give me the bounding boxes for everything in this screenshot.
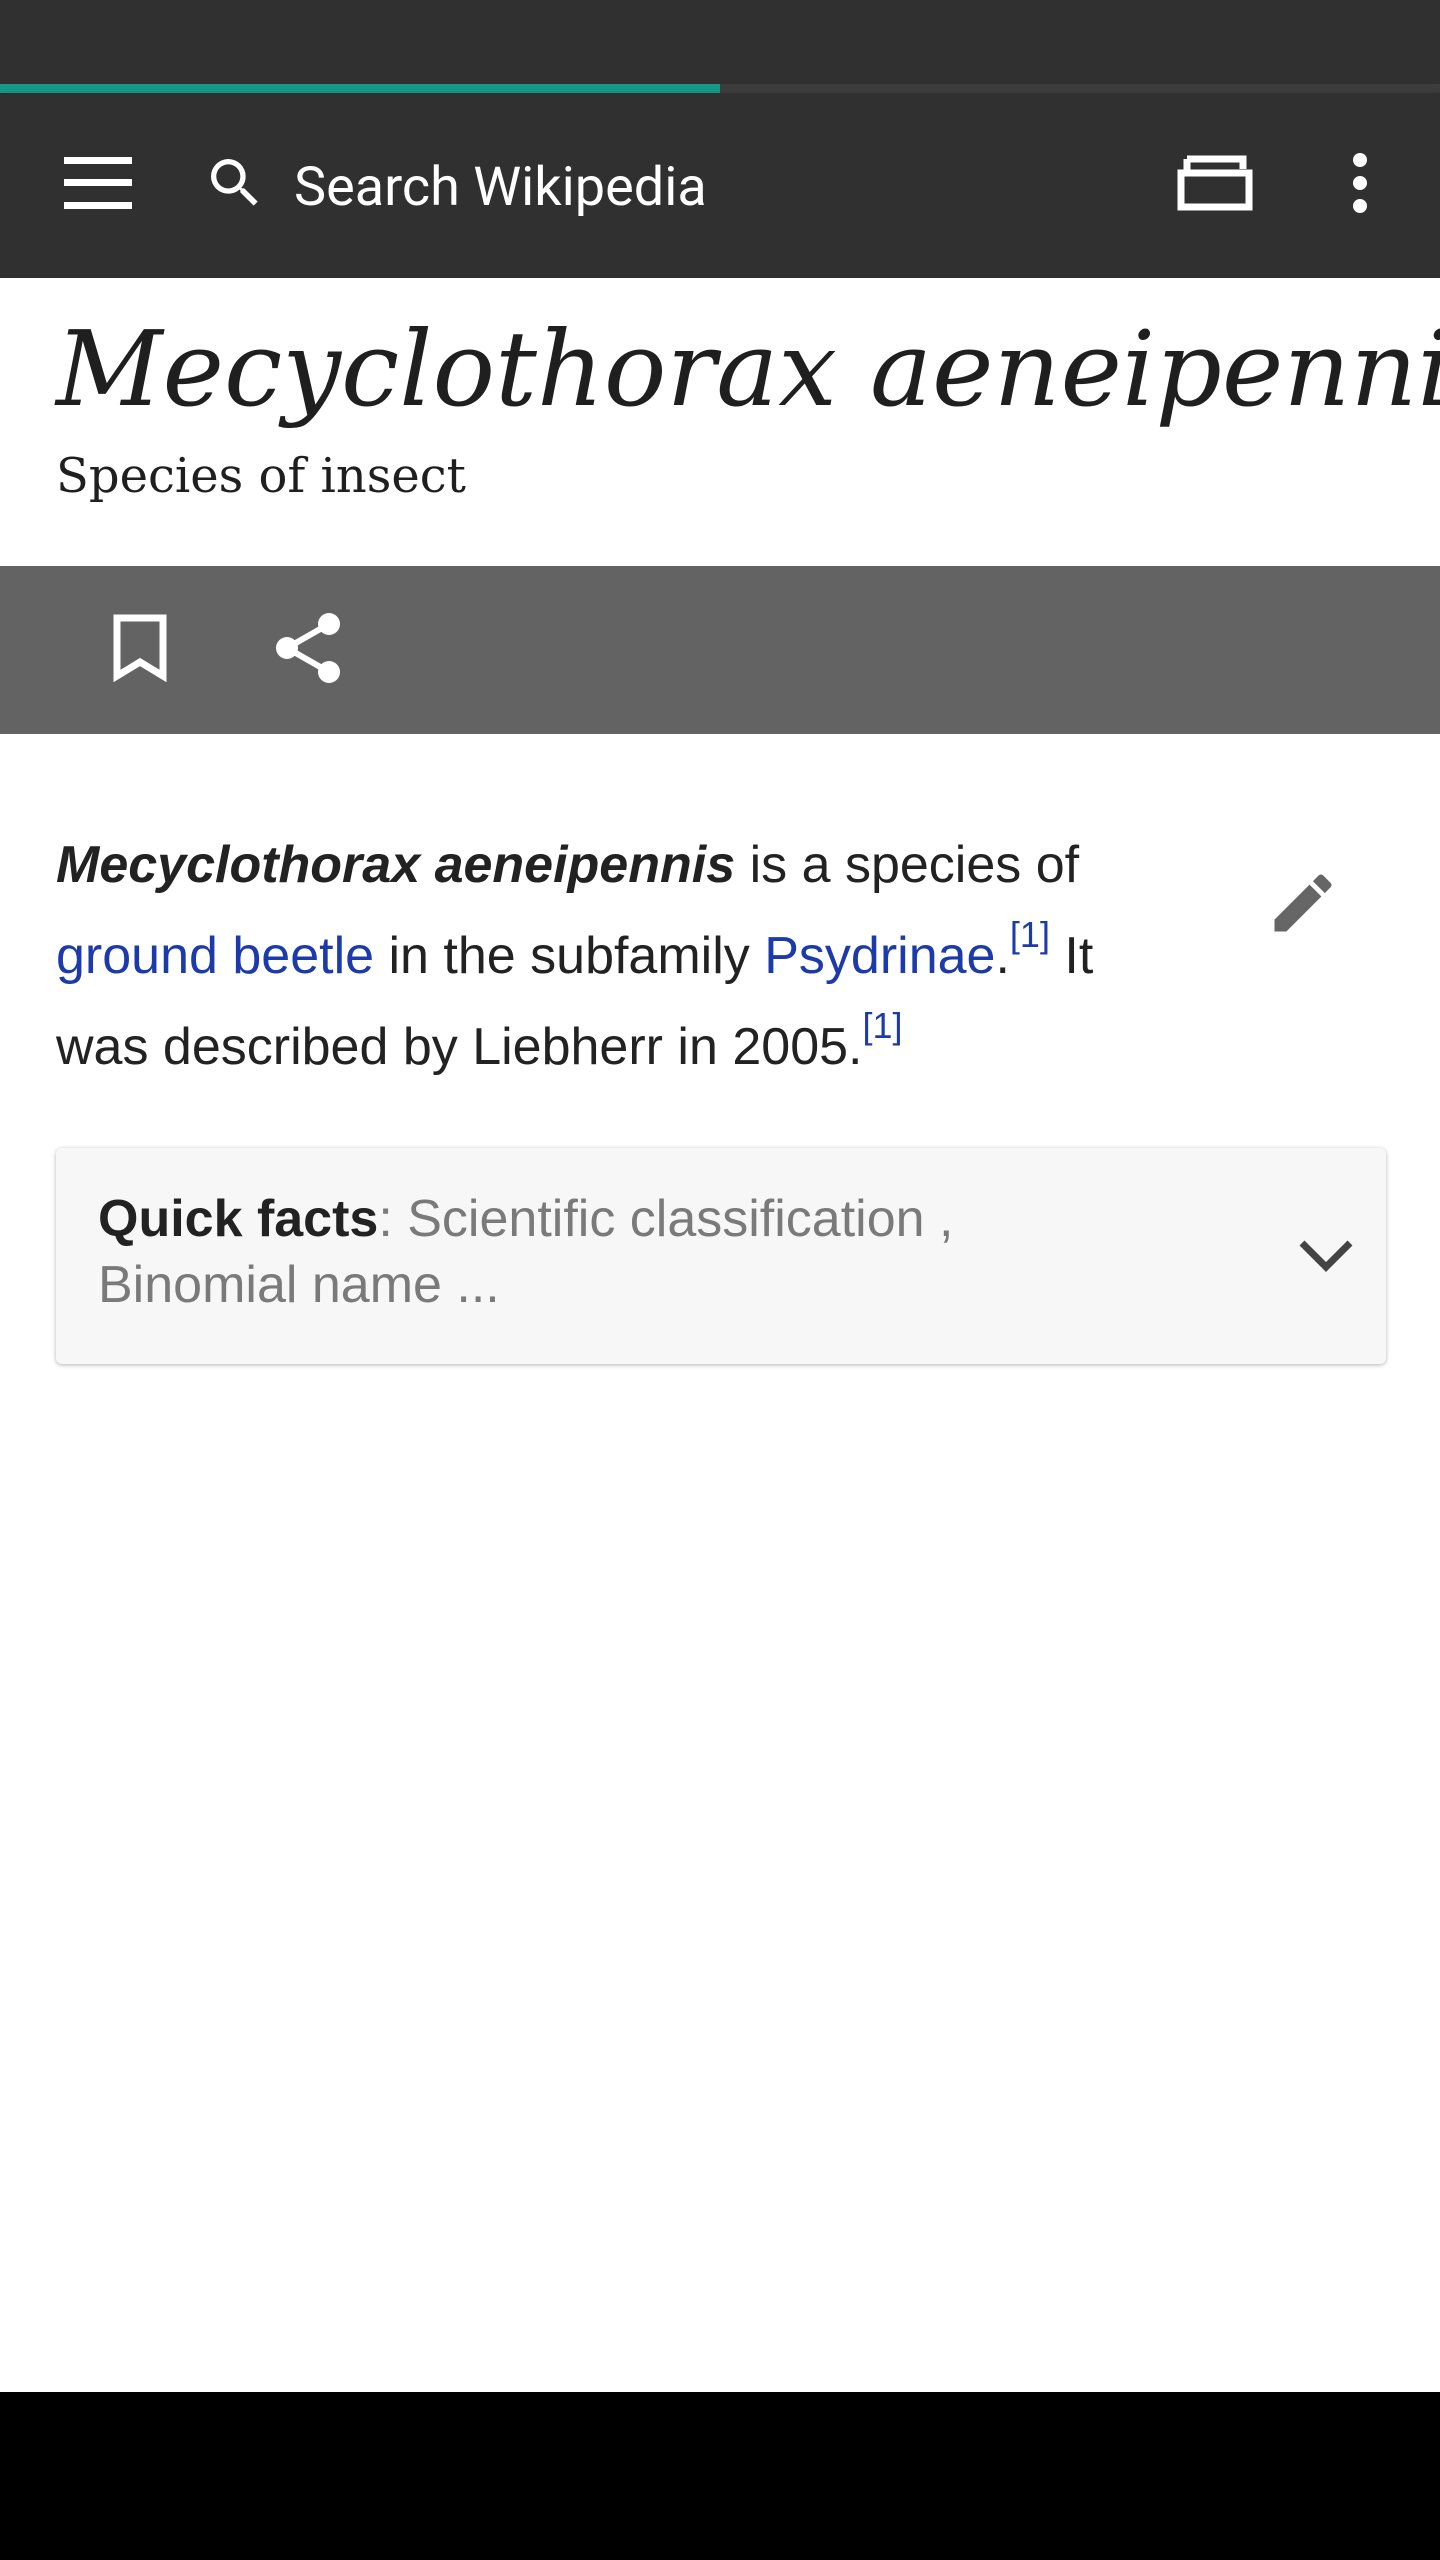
search-button[interactable] bbox=[195, 135, 275, 235]
menu-button[interactable] bbox=[40, 135, 156, 235]
page-description: Species of insect bbox=[56, 448, 466, 504]
chevron-down-icon bbox=[1298, 1239, 1354, 1278]
more-vert-icon bbox=[1352, 152, 1368, 218]
hamburger-menu-icon bbox=[64, 156, 132, 214]
save-bookmark-button[interactable] bbox=[90, 600, 190, 700]
article-action-bar bbox=[0, 566, 1440, 734]
share-icon bbox=[273, 612, 343, 689]
tabs-button[interactable] bbox=[1160, 135, 1270, 235]
expand-quick-facts-button[interactable] bbox=[1276, 1208, 1376, 1308]
overflow-menu-button[interactable] bbox=[1310, 135, 1410, 235]
quick-facts-infobox[interactable]: Quick facts: Scientific classification ,… bbox=[56, 1148, 1386, 1364]
article-header: Mecyclothorax aeneipennis Species of ins… bbox=[0, 278, 1440, 566]
search-input[interactable]: Search Wikipedia bbox=[294, 143, 1094, 233]
bookmark-icon bbox=[113, 614, 167, 687]
status-bar bbox=[0, 0, 1440, 84]
lead-text: . bbox=[995, 927, 1010, 985]
species-name: Mecyclothorax aeneipennis bbox=[56, 836, 736, 894]
lead-text: in the subfamily bbox=[374, 927, 765, 985]
share-button[interactable] bbox=[258, 600, 358, 700]
page-load-progress-bar bbox=[0, 84, 1440, 93]
psydrinae-link[interactable]: Psydrinae bbox=[764, 927, 995, 985]
ground-beetle-link[interactable]: ground beetle bbox=[56, 927, 374, 985]
system-navigation-bar bbox=[0, 2392, 1440, 2560]
lead-text: is a species of bbox=[735, 836, 1080, 894]
tabs-icon bbox=[1177, 155, 1253, 216]
reference-link-2[interactable]: [1] bbox=[862, 1005, 902, 1046]
search-icon bbox=[203, 151, 267, 220]
quick-facts-summary: Quick facts: Scientific classification ,… bbox=[98, 1186, 1158, 1318]
page-load-progress-fill bbox=[0, 84, 720, 93]
top-toolbar: Search Wikipedia bbox=[0, 93, 1440, 278]
reference-link-1[interactable]: [1] bbox=[1010, 914, 1050, 955]
pencil-icon bbox=[1265, 865, 1341, 946]
edit-section-button[interactable] bbox=[1248, 850, 1358, 960]
quick-facts-label: Quick facts bbox=[98, 1190, 379, 1248]
page-title: Mecyclothorax aeneipennis bbox=[56, 308, 1440, 430]
article-lead-paragraph: Mecyclothorax aeneipennis is a species o… bbox=[56, 820, 1186, 1093]
